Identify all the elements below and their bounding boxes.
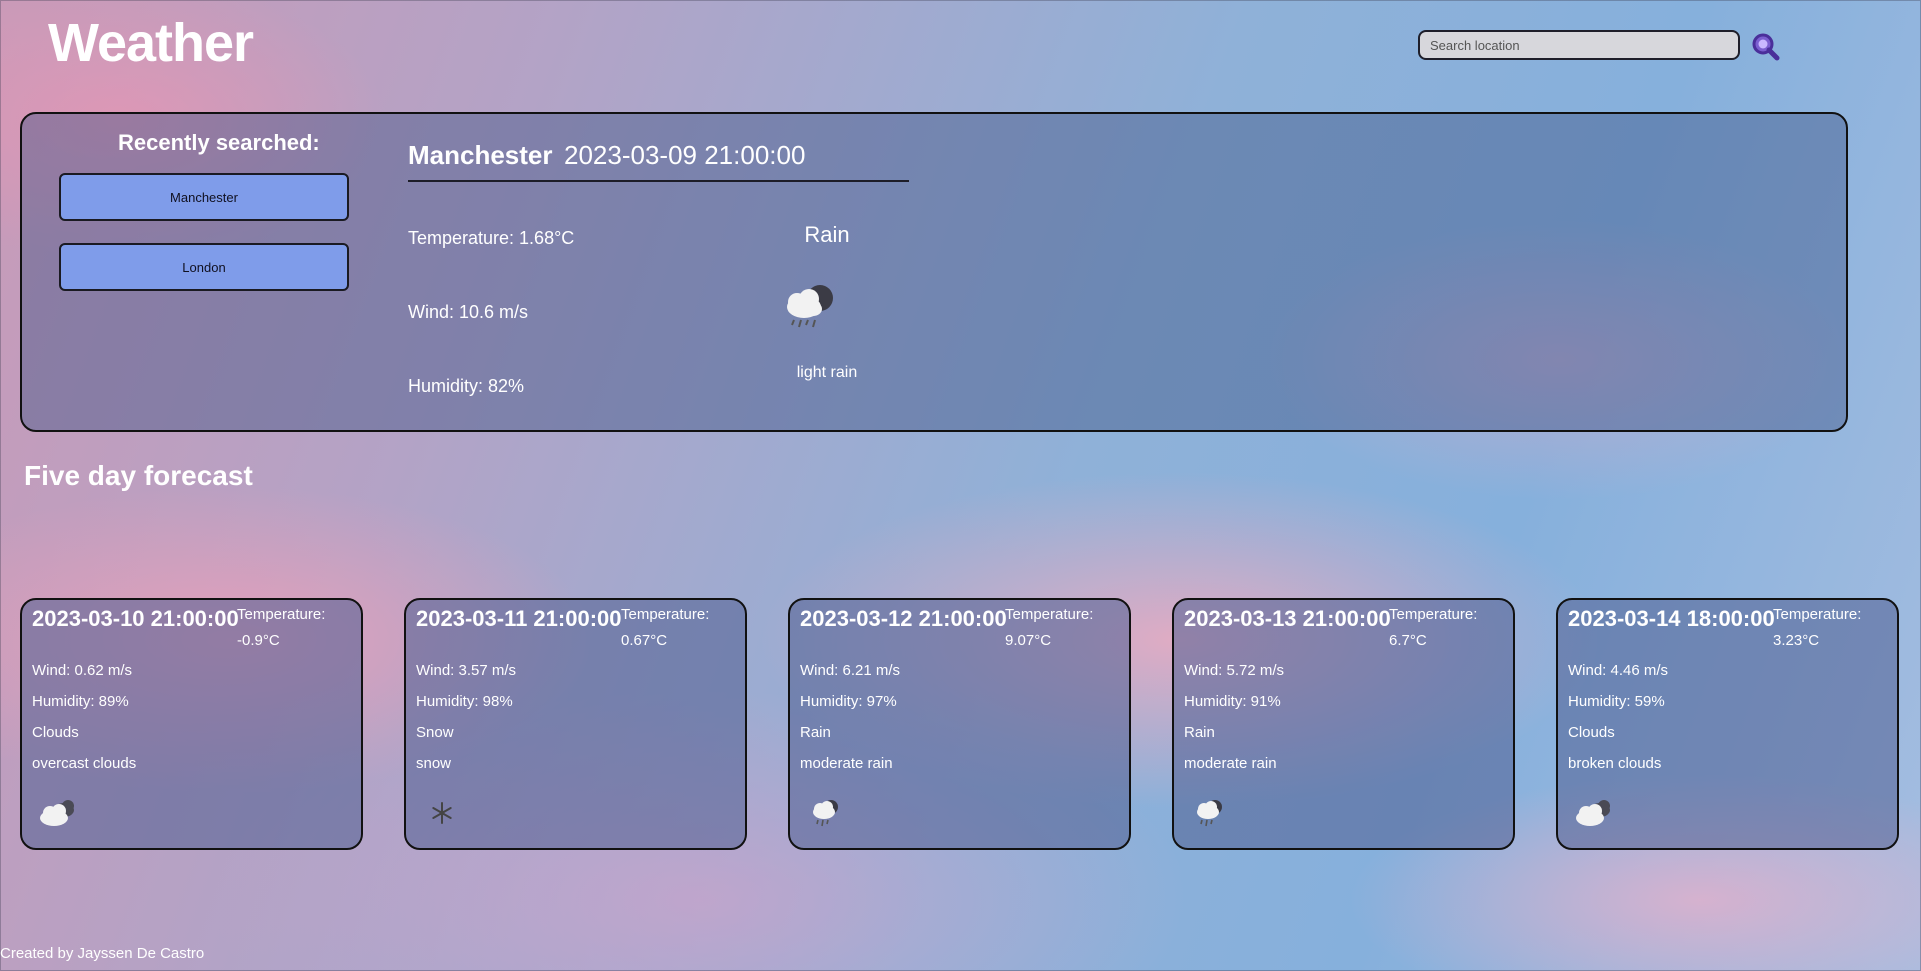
forecast-temperature-label: Temperature: (1773, 606, 1862, 623)
forecast-card-2: 2023-03-11 21:00:00 Temperature: 0.67°C … (404, 598, 747, 850)
search-input[interactable] (1418, 30, 1740, 60)
forecast-card-5: 2023-03-14 18:00:00 Temperature: 3.23°C … (1556, 598, 1899, 850)
snowflake-icon (422, 798, 462, 828)
forecast-humidity: Humidity: 89% (32, 693, 129, 710)
app-title: Weather (48, 13, 254, 73)
forecast-condition: Rain (800, 724, 831, 741)
forecast-card-4: 2023-03-13 21:00:00 Temperature: 6.7°C W… (1172, 598, 1515, 850)
forecast-wind: Wind: 3.57 m/s (416, 662, 517, 679)
forecast-description: overcast clouds (32, 755, 137, 772)
search-icon (1752, 33, 1780, 61)
recent-searches-title: Recently searched: (118, 130, 320, 155)
night-rain-cloud-icon (780, 280, 840, 336)
forecast-condition: Snow (416, 724, 454, 741)
forecast-condition: Clouds (1568, 724, 1615, 741)
rain-cloud-icon (806, 798, 846, 828)
cloudy-icon (38, 798, 78, 828)
forecast-temperature-value: 6.7°C (1389, 632, 1427, 649)
forecast-date: 2023-03-13 21:00:00 (1184, 606, 1391, 631)
forecast-humidity: Humidity: 59% (1568, 693, 1665, 710)
current-heading-divider (408, 180, 909, 182)
forecast-title: Five day forecast (24, 460, 253, 491)
forecast-card-3: 2023-03-12 21:00:00 Temperature: 9.07°C … (788, 598, 1131, 850)
footer-credit: Created by Jayssen De Castro (0, 945, 205, 962)
forecast-temperature-label: Temperature: (1389, 606, 1478, 623)
forecast-temperature-value: 3.23°C (1773, 632, 1820, 649)
current-humidity: Humidity: 82% (408, 376, 525, 396)
forecast-description: snow (416, 755, 452, 772)
forecast-wind: Wind: 6.21 m/s (800, 662, 901, 679)
forecast-date: 2023-03-11 21:00:00 (416, 606, 622, 631)
current-condition: Rain (804, 222, 850, 247)
forecast-temperature-value: -0.9°C (237, 632, 280, 649)
forecast-wind: Wind: 5.72 m/s (1184, 662, 1285, 679)
current-datetime: 2023-03-09 21:00:00 (564, 140, 806, 170)
current-temperature: Temperature: 1.68°C (408, 228, 575, 248)
current-description: light rain (796, 364, 858, 381)
forecast-description: moderate rain (1184, 755, 1277, 772)
forecast-temperature-value: 9.07°C (1005, 632, 1052, 649)
forecast-description: moderate rain (800, 755, 893, 772)
search-button[interactable] (1750, 32, 1784, 62)
recent-search-button-london[interactable]: London (59, 243, 349, 291)
forecast-temperature-label: Temperature: (621, 606, 710, 623)
forecast-wind: Wind: 0.62 m/s (32, 662, 133, 679)
forecast-date: 2023-03-12 21:00:00 (800, 606, 1007, 631)
forecast-condition: Rain (1184, 724, 1215, 741)
forecast-date: 2023-03-14 18:00:00 (1568, 606, 1775, 631)
forecast-condition: Clouds (32, 724, 79, 741)
current-weather-panel: Recently searched: Manchester London Man… (20, 112, 1848, 432)
forecast-wind: Wind: 4.46 m/s (1568, 662, 1669, 679)
forecast-humidity: Humidity: 97% (800, 693, 897, 710)
forecast-date: 2023-03-10 21:00:00 (32, 606, 239, 631)
forecast-humidity: Humidity: 91% (1184, 693, 1281, 710)
forecast-humidity: Humidity: 98% (416, 693, 513, 710)
forecast-temperature-value: 0.67°C (621, 632, 668, 649)
forecast-temperature-label: Temperature: (1005, 606, 1094, 623)
recent-search-button-manchester[interactable]: Manchester (59, 173, 349, 221)
current-city: Manchester (408, 140, 553, 170)
forecast-temperature-label: Temperature: (237, 606, 326, 623)
rain-cloud-icon (1190, 798, 1230, 828)
current-wind: Wind: 10.6 m/s (408, 302, 529, 322)
forecast-description: broken clouds (1568, 755, 1662, 772)
broken-clouds-icon (1574, 798, 1614, 828)
forecast-card-1: 2023-03-10 21:00:00 Temperature: -0.9°C … (20, 598, 363, 850)
